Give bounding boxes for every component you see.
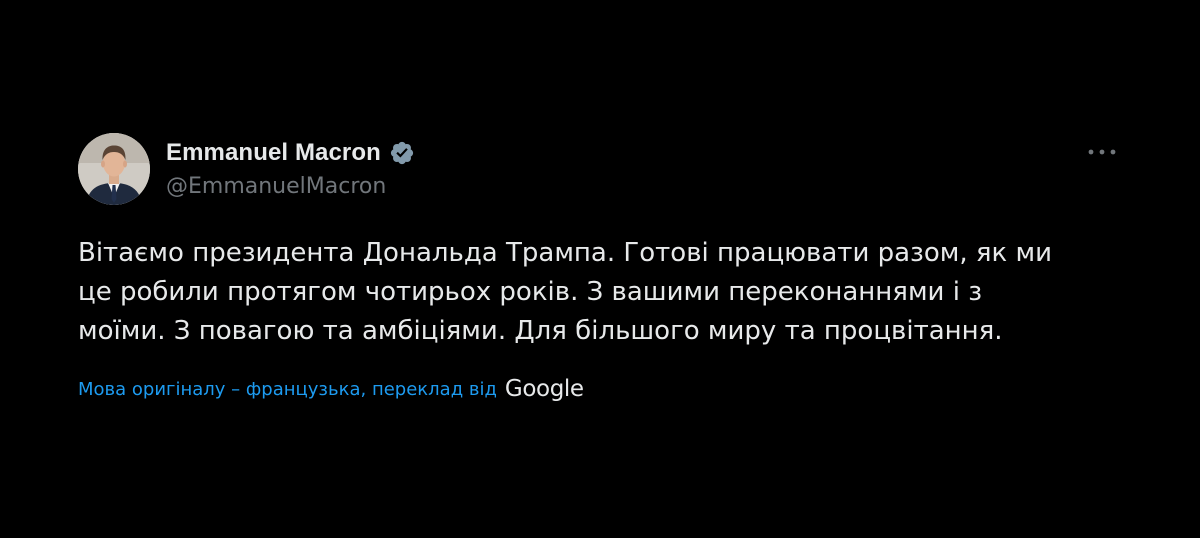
author-display-name[interactable]: Emmanuel Macron	[166, 139, 381, 167]
tweet-text: Вітаємо президента Дональда Трампа. Гото…	[78, 234, 1138, 351]
avatar[interactable]	[78, 133, 150, 205]
tweet-text-line: моїми. З повагою та амбіціями. Для більш…	[78, 316, 1003, 346]
author-handle[interactable]: @EmmanuelMacron	[166, 174, 386, 199]
translation-notice: Мова оригіналу – французька, переклад ві…	[78, 372, 584, 406]
author-name-row: Emmanuel Macron	[166, 136, 415, 170]
google-logo: Google	[504, 376, 584, 402]
tweet-text-line: Вітаємо президента Дональда Трампа. Гото…	[78, 238, 1053, 268]
translation-link[interactable]: Мова оригіналу – французька, переклад ві…	[78, 379, 497, 400]
tweet-text-line: це робили протягом чотирьох років. З ваш…	[78, 277, 983, 307]
avatar-photo	[78, 133, 150, 205]
tweet-card: Emmanuel Macron @EmmanuelMacron Вітаємо …	[0, 0, 1200, 538]
verified-badge-icon[interactable]	[389, 140, 415, 166]
more-options-button[interactable]	[1080, 138, 1124, 166]
more-options-icon	[1088, 149, 1116, 155]
